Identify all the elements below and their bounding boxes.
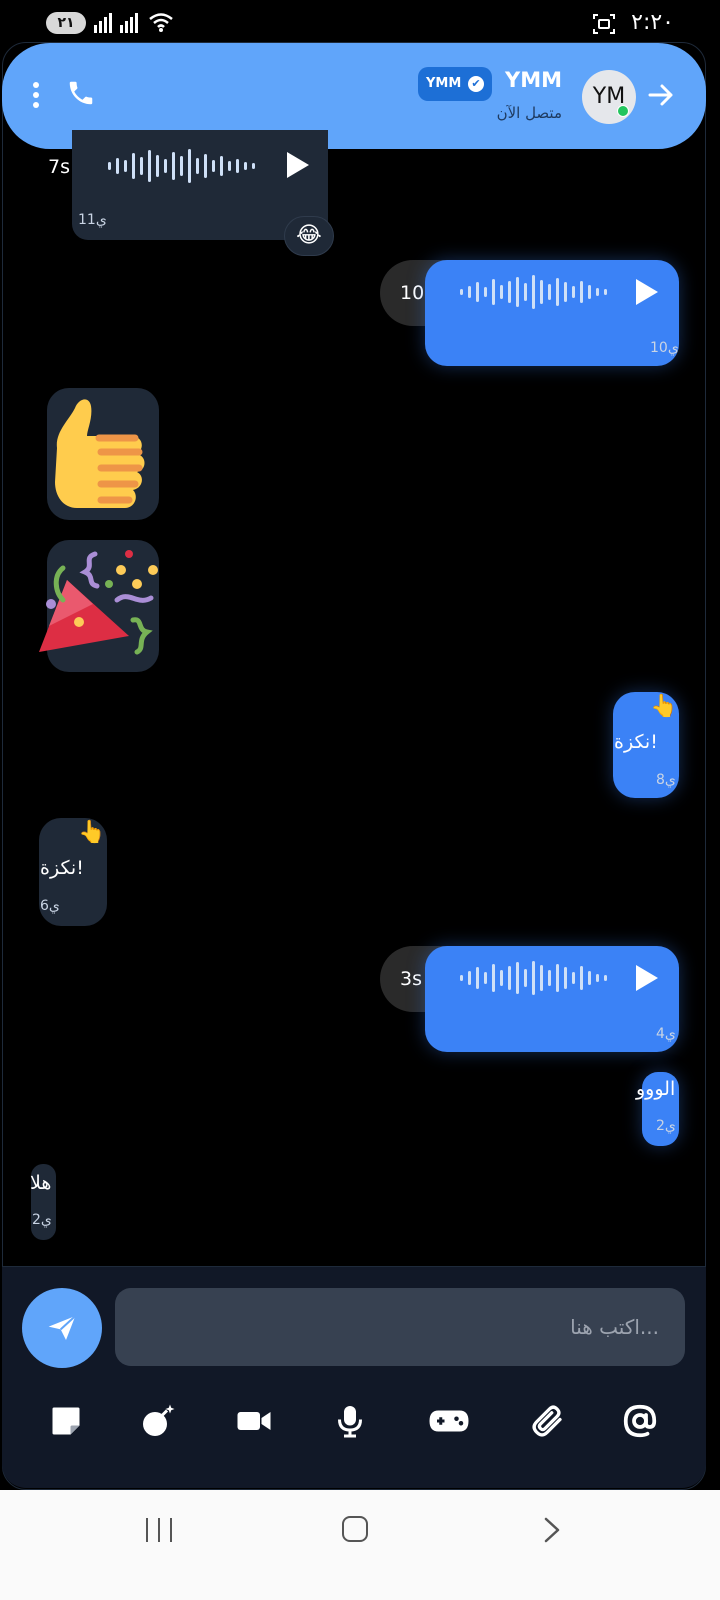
phone-icon[interactable]	[66, 78, 96, 108]
send-button[interactable]	[22, 1288, 102, 1368]
avatar[interactable]: YM	[582, 70, 636, 124]
poke-hand-icon: 👆	[650, 694, 678, 719]
recent-apps-button[interactable]	[146, 1518, 172, 1542]
message-input[interactable]: اكتب هنا...	[115, 1288, 685, 1366]
sticker-icon[interactable]	[48, 1403, 84, 1439]
clock: ٢:٢٠	[631, 10, 674, 35]
waveform	[108, 146, 255, 186]
contact-name: YMM	[504, 68, 562, 92]
back-arrow-icon[interactable]	[646, 80, 676, 110]
message-text: هلا	[30, 1172, 52, 1194]
mention-at-icon[interactable]	[622, 1403, 658, 1439]
more-vertical-icon[interactable]	[33, 82, 41, 108]
message-time: 4ي	[656, 1026, 676, 1042]
paperclip-icon[interactable]	[530, 1403, 566, 1439]
signal-icon	[94, 13, 112, 33]
message-time: 6ي	[40, 898, 60, 914]
system-navigation-bar	[0, 1490, 720, 1600]
home-button[interactable]	[342, 1516, 368, 1542]
sticker-message	[39, 540, 159, 672]
verified-check-icon: ✔	[468, 76, 484, 92]
screen-record-icon	[593, 14, 615, 34]
message-time: 11ي	[78, 212, 107, 228]
thumbs-up-icon	[55, 399, 145, 508]
voice-duration: 7s	[48, 156, 70, 178]
waveform	[460, 272, 607, 312]
play-icon[interactable]	[287, 152, 309, 178]
message-time: 10ي	[650, 340, 679, 356]
send-icon	[48, 1315, 77, 1340]
message-time: 2ي	[656, 1118, 676, 1134]
play-icon[interactable]	[636, 279, 658, 305]
battery-indicator: ٢١	[46, 12, 86, 34]
chat-screen: ٢١ ٢:٢٠ YM YMM YMM ✔ متصل الآن 7s 11ي 😂 …	[0, 0, 720, 1600]
message-text: الووو	[636, 1078, 676, 1100]
wifi-icon	[149, 13, 173, 32]
message-text: نكزة!	[614, 731, 658, 753]
play-icon[interactable]	[636, 965, 658, 991]
reaction-emoji[interactable]: 😂	[284, 216, 334, 256]
online-indicator	[617, 105, 629, 117]
microphone-icon[interactable]	[332, 1403, 368, 1439]
message-time: 2ي	[32, 1212, 52, 1228]
poke-hand-icon: 👆	[78, 820, 106, 845]
waveform	[460, 958, 607, 998]
sticker-message	[47, 388, 159, 520]
signal-icon	[120, 13, 138, 33]
badge-label: YMM	[426, 76, 462, 91]
status-bar: ٢١ ٢:٢٠	[0, 0, 720, 44]
magic-bomb-icon[interactable]	[140, 1403, 176, 1439]
back-button[interactable]	[540, 1516, 564, 1544]
verified-badge: YMM ✔	[418, 67, 492, 101]
gamepad-icon[interactable]	[428, 1403, 470, 1439]
party-popper-icon	[39, 550, 158, 655]
message-time: 8ي	[656, 772, 676, 788]
contact-status: متصل الآن	[496, 104, 562, 122]
message-text: نكزة!	[40, 857, 84, 879]
video-camera-icon[interactable]	[236, 1403, 272, 1439]
